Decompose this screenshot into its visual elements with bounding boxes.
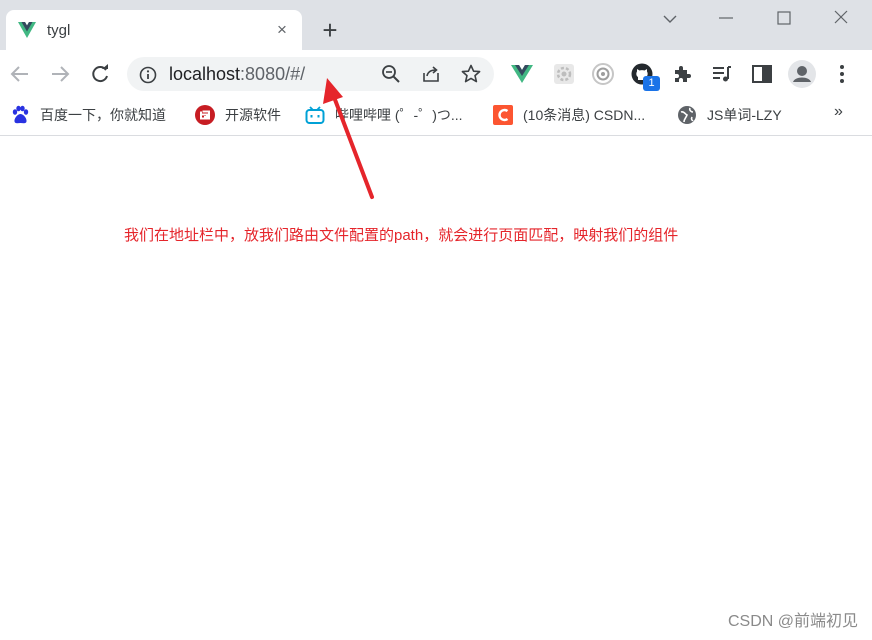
bookmark-star-icon[interactable] xyxy=(461,64,481,84)
bookmark-baidu[interactable]: 百度一下，你就知道 xyxy=(10,105,166,125)
browser-toolbar: localhost:8080/#/ 1 xyxy=(0,50,872,98)
bookmark-label: 百度一下，你就知道 xyxy=(40,107,166,123)
url-text[interactable]: localhost:8080/#/ xyxy=(169,64,305,85)
address-bar[interactable]: localhost:8080/#/ xyxy=(127,57,494,91)
vue-logo-icon xyxy=(18,22,36,38)
bookmarks-bar: 百度一下，你就知道 开源软件 哔哩哔哩 (゜-゜)つ... (10条消息) CS… xyxy=(0,98,872,136)
baidu-paw-icon xyxy=(12,105,29,124)
bookmark-label: 开源软件 xyxy=(225,107,281,123)
bookmark-csdn[interactable]: (10条消息) CSDN... xyxy=(493,105,645,125)
bookmark-label: (10条消息) CSDN... xyxy=(523,107,646,123)
more-menu-icon[interactable] xyxy=(830,62,854,86)
bilibili-icon xyxy=(305,106,325,124)
bookmark-bilibili[interactable]: 哔哩哔哩 (゜-゜)つ... xyxy=(305,105,463,125)
extensions-puzzle-icon[interactable] xyxy=(671,62,695,86)
side-panel-icon[interactable] xyxy=(750,62,774,86)
back-arrow-icon[interactable] xyxy=(8,62,32,86)
share-icon[interactable] xyxy=(421,64,441,84)
url-rest: :8080/#/ xyxy=(240,64,306,84)
bookmark-js-words[interactable]: JS单词-LZY xyxy=(677,105,782,125)
close-icon[interactable] xyxy=(828,6,854,32)
github-badge: 1 xyxy=(643,76,660,91)
profile-avatar-icon[interactable] xyxy=(788,60,816,88)
bookmarks-overflow-button[interactable]: » xyxy=(834,103,843,121)
media-queue-icon[interactable] xyxy=(710,62,734,86)
url-host: localhost xyxy=(169,64,241,84)
maximize-icon[interactable] xyxy=(771,6,797,32)
new-tab-button[interactable]: + xyxy=(316,17,344,46)
bookmark-label: JS单词-LZY xyxy=(707,107,782,123)
chevron-down-icon[interactable] xyxy=(657,6,683,32)
annotation-text: 我们在地址栏中，放我们路由文件配置的path，就会进行页面匹配，映射我们的组件 xyxy=(124,227,679,244)
target-extension-icon[interactable] xyxy=(591,62,615,86)
gitee-icon xyxy=(195,105,215,125)
tab-tygl[interactable]: tygl × xyxy=(6,10,302,50)
gear-extension-icon[interactable] xyxy=(552,62,576,86)
bookmark-label: 哔哩哔哩 (゜-゜)つ... xyxy=(335,107,463,123)
csdn-icon xyxy=(493,105,513,125)
zoom-out-icon[interactable] xyxy=(381,64,401,84)
forward-arrow-icon[interactable] xyxy=(48,62,72,86)
minimize-icon[interactable] xyxy=(713,6,739,32)
globe-icon xyxy=(678,106,696,124)
watermark: CSDN @前端初见 xyxy=(727,613,858,630)
site-info-icon[interactable] xyxy=(139,66,157,84)
tab-title: tygl xyxy=(47,22,71,39)
reload-icon[interactable] xyxy=(88,62,112,86)
tab-strip: tygl × + xyxy=(0,0,872,50)
bookmark-gitee[interactable]: 开源软件 xyxy=(195,105,281,125)
tab-close-button[interactable]: × xyxy=(273,21,291,39)
vue-devtools-extension-icon[interactable] xyxy=(510,62,534,86)
